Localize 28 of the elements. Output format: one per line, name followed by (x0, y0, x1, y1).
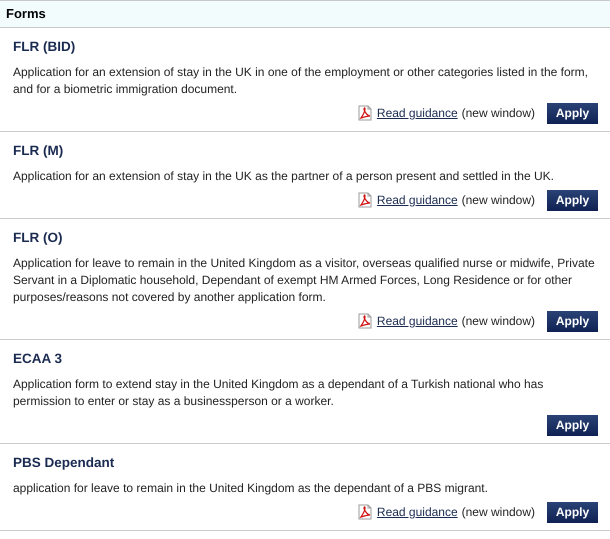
form-description: application for leave to remain in the United Kingdom as the dependant of a PBS migrant. (13, 480, 489, 497)
apply-button[interactable]: Apply (547, 102, 598, 124)
form-title: FLR (O) (13, 229, 64, 247)
form-description: Application form to extend stay in the United Kingdom as a dependant of a Turkish national who has permission to enter or stay as a businessperson or a worker. (13, 376, 544, 410)
form-title: FLR (M) (13, 142, 64, 160)
form-description: Application for an extension of stay in the UK in one of the employment or other categories listed in the form, and for a biometric immigration document. (13, 64, 589, 98)
form-description: Application for an extension of stay in the UK as the partner of a person present and settled in the UK. (13, 168, 555, 185)
pdf-icon (356, 192, 373, 208)
pdf-icon (356, 504, 373, 520)
apply-button[interactable]: Apply (547, 190, 598, 210)
new-window-note: (new window) (462, 313, 535, 330)
guidance-link[interactable]: Read guidance (376, 503, 458, 521)
new-window-note: (new window) (462, 192, 535, 209)
guidance-link[interactable]: Read guidance (376, 104, 458, 122)
apply-button[interactable]: Apply (547, 502, 598, 522)
guidance-link[interactable]: Read guidance (376, 191, 458, 209)
pdf-icon (356, 105, 373, 121)
form-title: PBS Dependant (13, 454, 116, 472)
form-title: ECAA 3 (13, 350, 64, 368)
section-header: Forms (0, 0, 610, 28)
apply-button[interactable]: Apply (547, 414, 598, 436)
guidance-link[interactable]: Read guidance (376, 312, 458, 330)
form-description: Application for leave to remain in the United Kingdom as a visitor, overseas qualified nurse or midwife, Private Servant in a Diplomatic household, Dependant of exempt HM Armed Forces, Long Residence or for other purposes/reasons not covered by another application form. (13, 255, 596, 306)
new-window-note: (new window) (462, 105, 535, 122)
pdf-icon (356, 313, 373, 329)
apply-button[interactable]: Apply (547, 310, 598, 332)
form-title: FLR (BID) (13, 38, 76, 56)
new-window-note: (new window) (462, 504, 535, 521)
